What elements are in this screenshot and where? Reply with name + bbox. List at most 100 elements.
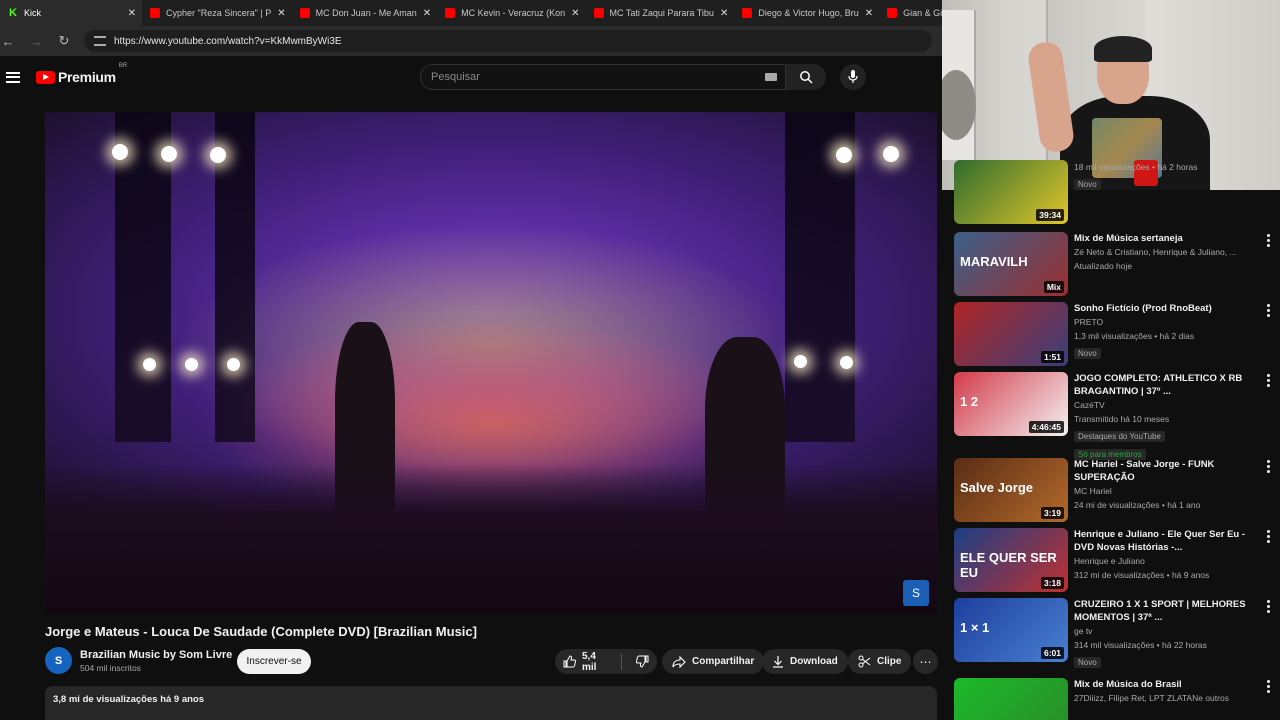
recommended-video[interactable]: ELE QUER SER EU 3:18 Henrique e Juliano - …	[954, 528, 1274, 592]
video-title[interactable]: Henrique e Juliano - Ele Quer Ser Eu - D…	[1074, 528, 1258, 554]
more-options-icon[interactable]	[1266, 304, 1270, 317]
thumbnail-text: 1 × 1	[960, 620, 990, 635]
share-button[interactable]: Compartilhar	[662, 649, 765, 674]
more-options-icon[interactable]	[1266, 530, 1270, 543]
reload-icon[interactable]: ↻	[56, 33, 72, 49]
video-stats: 1,3 mil visualizações • há 2 dias	[1074, 331, 1195, 341]
more-options-icon[interactable]	[1266, 600, 1270, 613]
clip-label: Clipe	[877, 656, 902, 667]
recommended-video[interactable]: 39:34 18 mil visualizações • há 2 horas No…	[954, 160, 1274, 224]
browser-tab[interactable]: MC Don Juan - Me Aman ✕	[292, 0, 437, 26]
recommended-video[interactable]: Salve Jorge 3:19 MC Hariel - Salve Jorge -…	[954, 458, 1274, 522]
thumbnail-text: 1 2	[960, 394, 979, 409]
video-title[interactable]: Mix de Música do Brasil	[1074, 678, 1258, 691]
video-thumbnail[interactable]: 1 2 4:46:45	[954, 372, 1068, 436]
browser-tab[interactable]: MC Tati Zaqui Parara Tibu ✕	[586, 0, 735, 26]
channel-name[interactable]: Henrique e Juliano	[1074, 554, 1258, 568]
youtube-favicon-icon	[742, 8, 753, 18]
more-options-icon[interactable]	[1266, 460, 1270, 473]
thumbnail-text: MARAVILH	[960, 254, 1028, 269]
video-stats: 24 mi de visualizações • há 1 ano	[1074, 500, 1201, 510]
browser-tab[interactable]: Diego & Victor Hugo, Bru ✕	[734, 0, 879, 26]
search-input[interactable]: Pesquisar	[420, 64, 786, 90]
keyboard-icon[interactable]	[765, 73, 777, 81]
recommended-video[interactable]: 1:51 Sonho Fictício (Prod RnoBeat) PRETO 1,…	[954, 302, 1274, 366]
browser-tab[interactable]: K Kick ✕	[0, 0, 142, 26]
channel-name[interactable]: Brazilian Music by Som Livre	[80, 649, 232, 661]
country-code: BR	[118, 63, 128, 69]
recommended-video[interactable]: 1 2 4:46:45 JOGO COMPLETO: ATHLETICO X RB …	[954, 372, 1274, 462]
crowd	[45, 464, 937, 614]
share-icon	[672, 655, 686, 668]
channel-name[interactable]: MC Hariel	[1074, 484, 1258, 498]
recommended-video[interactable]: 1 × 1 6:01 CRUZEIRO 1 X 1 SPORT | MELHORES…	[954, 598, 1274, 670]
more-actions-button[interactable]: ⋯	[913, 649, 938, 674]
close-tab-icon[interactable]: ✕	[423, 8, 431, 19]
video-title[interactable]: MC Hariel - Salve Jorge - FUNK SUPERAÇÃO	[1074, 458, 1258, 484]
video-meta: 18 mil visualizações • há 2 horas Novo	[1074, 160, 1274, 224]
channel-name[interactable]: CazéTV	[1074, 398, 1258, 412]
streamer-hair	[1094, 36, 1152, 62]
video-stats: 314 mil visualizações • há 22 horas	[1074, 640, 1207, 650]
url-field[interactable]: https://www.youtube.com/watch?v=KkMwmByW…	[84, 30, 932, 52]
video-badge: Novo	[1074, 348, 1101, 359]
close-tab-icon[interactable]: ✕	[128, 8, 136, 19]
close-tab-icon[interactable]: ✕	[571, 8, 579, 19]
channel-name[interactable]: PRETO	[1074, 315, 1258, 329]
download-label: Download	[790, 656, 838, 667]
more-horizontal-icon: ⋯	[919, 654, 932, 669]
close-tab-icon[interactable]: ✕	[865, 8, 873, 19]
back-arrow-icon[interactable]: ←	[0, 34, 16, 49]
more-options-icon[interactable]	[1266, 680, 1270, 693]
close-tab-icon[interactable]: ✕	[720, 8, 728, 19]
browser-tab[interactable]: Gian & Giovani	[879, 0, 942, 26]
video-title[interactable]: Mix de Música sertaneja	[1074, 232, 1258, 245]
video-meta: Sonho Fictício (Prod RnoBeat) PRETO 1,3 mi…	[1074, 302, 1274, 366]
clip-button[interactable]: Clipe	[848, 649, 912, 674]
subscribe-button[interactable]: Inscrever-se	[237, 649, 311, 674]
forward-arrow-icon[interactable]: →	[28, 34, 44, 49]
download-button[interactable]: Download	[762, 649, 848, 674]
recommended-video[interactable]: Mix de Música do Brasil 27Diiizz, Filipe …	[954, 678, 1274, 720]
video-thumbnail[interactable]: ELE QUER SER EU 3:18	[954, 528, 1068, 592]
video-thumbnail[interactable]: MARAVILH Mix	[954, 232, 1068, 296]
site-settings-icon[interactable]	[94, 36, 106, 46]
video-title[interactable]: CRUZEIRO 1 X 1 SPORT | MELHORES MOMENTOS…	[1074, 598, 1258, 624]
more-options-icon[interactable]	[1266, 374, 1270, 387]
stage-light	[210, 147, 226, 163]
channel-avatar[interactable]: S	[45, 647, 72, 674]
channel-name[interactable]: Zé Neto & Cristiano, Henrique & Juliano,…	[1074, 245, 1258, 259]
thumbs-up-icon	[563, 655, 576, 668]
video-thumbnail[interactable]: 1 × 1 6:01	[954, 598, 1068, 662]
browser-tab[interactable]: Cypher "Reza Sincera" | P ✕	[142, 0, 292, 26]
video-thumbnail[interactable]: 1:51	[954, 302, 1068, 366]
more-options-icon[interactable]	[1266, 234, 1270, 247]
close-tab-icon[interactable]: ✕	[277, 8, 285, 19]
video-title[interactable]: JOGO COMPLETO: ATHLETICO X RB BRAGANTINO…	[1074, 372, 1258, 398]
video-duration: 1:51	[1040, 351, 1064, 363]
tab-title: MC Tati Zaqui Parara Tibu	[609, 8, 714, 18]
video-duration: 4:46:45	[1028, 421, 1064, 433]
tab-title: Cypher "Reza Sincera" | P	[166, 8, 272, 18]
kick-logo-icon: K	[9, 7, 17, 19]
voice-search-button[interactable]	[840, 64, 866, 90]
video-thumbnail[interactable]: Salve Jorge 3:19	[954, 458, 1068, 522]
recommended-video[interactable]: MARAVILH Mix Mix de Música sertaneja Zé Net…	[954, 232, 1274, 296]
search-icon	[800, 71, 813, 84]
video-title[interactable]: Sonho Fictício (Prod RnoBeat)	[1074, 302, 1258, 315]
youtube-favicon-icon	[887, 8, 898, 18]
youtube-premium-logo[interactable]: Premium BR	[36, 63, 127, 85]
browser-tab[interactable]: MC Kevin - Veracruz (Kon ✕	[437, 0, 585, 26]
menu-icon[interactable]	[6, 71, 20, 83]
dislike-button[interactable]	[628, 649, 657, 674]
description-box[interactable]: 3,8 mi de visualizações há 9 anos	[45, 686, 937, 720]
like-button[interactable]: 5,4 mil	[555, 649, 615, 674]
video-player[interactable]: S	[45, 112, 937, 614]
channel-watermark-icon[interactable]: S	[903, 580, 929, 606]
like-count: 5,4 mil	[582, 650, 597, 673]
search-button[interactable]	[786, 64, 826, 90]
video-thumbnail[interactable]	[954, 678, 1068, 720]
channel-name[interactable]: ge tv	[1074, 624, 1258, 638]
video-thumbnail[interactable]: 39:34	[954, 160, 1068, 224]
tab-title: Diego & Victor Hugo, Bru	[758, 8, 859, 18]
